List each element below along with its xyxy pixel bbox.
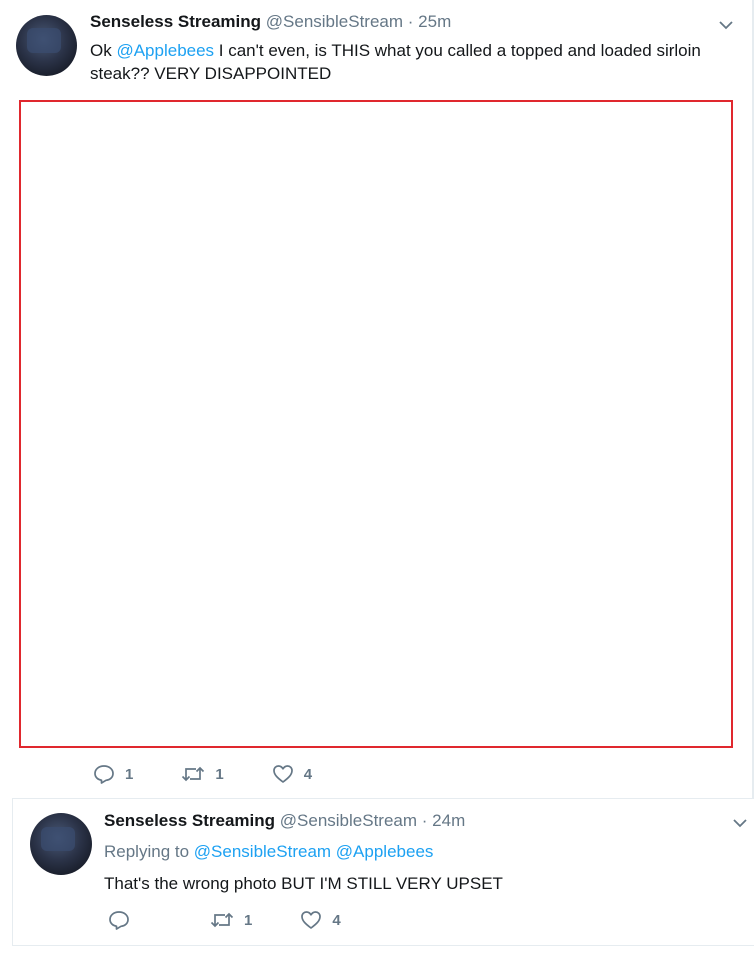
author-name[interactable]: Senseless Streaming: [104, 811, 275, 830]
author-name[interactable]: Senseless Streaming: [90, 12, 261, 31]
heart-icon: [272, 765, 293, 783]
chevron-down-icon[interactable]: [717, 16, 735, 34]
retweet-count: 1: [215, 765, 224, 783]
like-count: 4: [332, 911, 341, 929]
separator: ·: [407, 12, 414, 31]
tweet-actions: 1 4: [108, 910, 389, 930]
reply-button[interactable]: 1: [93, 764, 133, 784]
retweet-count: 1: [244, 911, 253, 929]
reply-icon: [109, 911, 129, 930]
tweet-actions: 1 1 4: [93, 764, 360, 784]
replying-to: Replying to @SensibleStream @Applebees: [104, 842, 433, 862]
retweet-icon: [182, 766, 205, 782]
reply-count: 1: [125, 765, 134, 783]
avatar[interactable]: [30, 813, 92, 875]
replying-to-link-1[interactable]: @SensibleStream: [194, 842, 331, 861]
tweet-text: That's the wrong photo BUT I'M STILL VER…: [104, 874, 503, 893]
chevron-down-icon[interactable]: [731, 814, 749, 832]
reply-button[interactable]: [108, 910, 140, 930]
replying-to-label: Replying to: [104, 842, 190, 861]
retweet-button[interactable]: 1: [210, 910, 252, 930]
timeline-border: [752, 0, 754, 798]
retweet-button[interactable]: 1: [181, 764, 224, 784]
author-handle[interactable]: @SensibleStream: [280, 811, 417, 830]
like-count: 4: [303, 765, 313, 783]
tweet-header: Senseless Streaming @SensibleStream · 24…: [104, 811, 465, 831]
tweet-media[interactable]: [19, 100, 733, 748]
tweet-header: Senseless Streaming @SensibleStream · 25…: [90, 12, 451, 32]
reply-tweet: Senseless Streaming @SensibleStream · 24…: [12, 798, 754, 946]
timestamp[interactable]: 25m: [418, 12, 451, 31]
reply-icon: [94, 765, 114, 784]
heart-icon: [301, 911, 322, 929]
like-button[interactable]: 4: [272, 764, 312, 784]
like-button[interactable]: 4: [300, 910, 341, 930]
separator: ·: [421, 811, 428, 830]
tweet-text: Ok @Applebees I can't even, is THIS what…: [90, 39, 740, 85]
timestamp[interactable]: 24m: [432, 811, 465, 830]
avatar[interactable]: [16, 15, 77, 76]
author-handle[interactable]: @SensibleStream: [266, 12, 403, 31]
mention-link[interactable]: @Applebees: [116, 41, 214, 60]
tweet-text-start: Ok: [90, 41, 117, 60]
retweet-icon: [210, 912, 234, 928]
replying-to-link-2[interactable]: @Applebees: [336, 842, 434, 861]
